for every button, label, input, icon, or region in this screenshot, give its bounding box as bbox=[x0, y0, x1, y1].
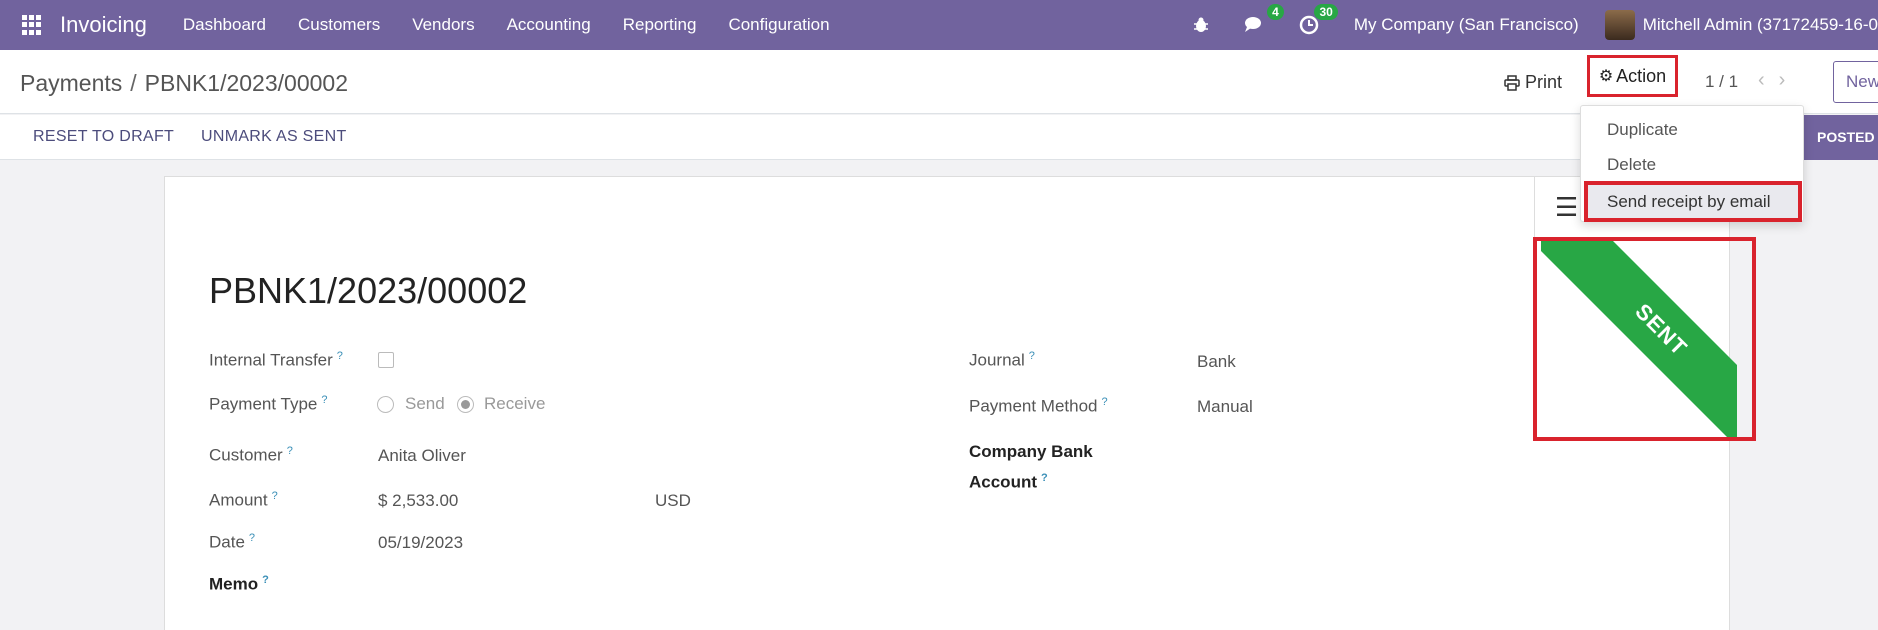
help-icon[interactable]: ? bbox=[249, 532, 255, 544]
pager-value[interactable]: 1 / 1 bbox=[1705, 72, 1738, 92]
send-label: Send bbox=[405, 394, 445, 413]
menu-dashboard[interactable]: Dashboard bbox=[183, 15, 266, 35]
help-icon[interactable]: ? bbox=[287, 445, 293, 457]
menu-reporting[interactable]: Reporting bbox=[623, 15, 697, 35]
action-label: Action bbox=[1616, 65, 1667, 86]
date-label: Date? bbox=[209, 532, 256, 552]
activities-count-badge: 30 bbox=[1314, 4, 1338, 20]
company-switcher[interactable]: My Company (San Francisco) bbox=[1354, 15, 1579, 35]
amount-value[interactable]: $ 2,533.00 bbox=[378, 491, 458, 511]
amount-label: Amount? bbox=[209, 490, 278, 510]
memo-label: Memo? bbox=[209, 574, 269, 594]
reset-to-draft-button[interactable]: RESET TO DRAFT bbox=[33, 128, 174, 146]
receive-label: Receive bbox=[484, 394, 546, 413]
internal-transfer-checkbox[interactable] bbox=[378, 352, 394, 368]
delete-menu-item[interactable]: Delete bbox=[1607, 155, 1656, 175]
customer-label: Customer? bbox=[209, 445, 293, 465]
journal-value[interactable]: Bank bbox=[1197, 352, 1236, 372]
pager-prev-icon[interactable]: ‹ bbox=[1758, 69, 1779, 91]
breadcrumb-separator: / bbox=[130, 70, 137, 96]
company-bank-account-label: Company Bank Account? bbox=[969, 442, 1093, 492]
payment-type-label: Payment Type? bbox=[209, 394, 328, 414]
breadcrumb-current: PBNK1/2023/00002 bbox=[144, 70, 348, 96]
activities-clock-icon[interactable]: 30 bbox=[1298, 4, 1338, 36]
menu-configuration[interactable]: Configuration bbox=[728, 15, 829, 35]
sent-ribbon-highlight: SENT bbox=[1533, 237, 1756, 441]
messages-chat-icon[interactable]: 4 bbox=[1244, 4, 1284, 36]
gear-icon: ⚙ bbox=[1598, 68, 1614, 85]
internal-transfer-label: Internal Transfer? bbox=[209, 350, 343, 370]
action-button[interactable]: ⚙ Action bbox=[1587, 55, 1678, 97]
top-navbar: Invoicing Dashboard Customers Vendors Ac… bbox=[0, 0, 1878, 50]
payment-type-send-radio[interactable] bbox=[377, 396, 394, 413]
print-button[interactable]: Print bbox=[1504, 72, 1562, 93]
journal-label: Journal? bbox=[969, 350, 1035, 370]
pager-next-icon[interactable]: › bbox=[1779, 69, 1800, 91]
payment-method-label: Payment Method? bbox=[969, 396, 1108, 416]
breadcrumb: Payments / PBNK1/2023/00002 bbox=[20, 70, 348, 97]
status-posted: POSTED bbox=[1803, 115, 1878, 160]
apps-menu-icon[interactable] bbox=[22, 15, 42, 35]
help-icon[interactable]: ? bbox=[272, 490, 278, 502]
help-icon[interactable]: ? bbox=[1102, 396, 1108, 408]
payment-method-value[interactable]: Manual bbox=[1197, 397, 1253, 417]
breadcrumb-payments-link[interactable]: Payments bbox=[20, 70, 122, 96]
user-menu[interactable]: Mitchell Admin (37172459-16-0 bbox=[1643, 15, 1878, 35]
printer-icon bbox=[1504, 74, 1520, 91]
customer-value[interactable]: Anita Oliver bbox=[378, 446, 466, 466]
currency-value[interactable]: USD bbox=[655, 491, 691, 511]
sent-ribbon: SENT bbox=[1541, 241, 1737, 437]
duplicate-menu-item[interactable]: Duplicate bbox=[1607, 120, 1678, 140]
pager-arrows: ‹› bbox=[1758, 69, 1799, 92]
user-avatar[interactable] bbox=[1604, 10, 1635, 40]
menu-customers[interactable]: Customers bbox=[298, 15, 380, 35]
unmark-as-sent-button[interactable]: UNMARK AS SENT bbox=[201, 128, 347, 146]
print-label: Print bbox=[1525, 72, 1563, 92]
send-receipt-by-email-menu-item[interactable]: Send receipt by email bbox=[1584, 181, 1802, 222]
help-icon[interactable]: ? bbox=[337, 350, 343, 362]
action-dropdown-menu: Duplicate Delete Send receipt by email bbox=[1580, 105, 1804, 222]
menu-vendors[interactable]: Vendors bbox=[412, 15, 474, 35]
help-icon[interactable]: ? bbox=[1029, 350, 1035, 362]
payment-title: PBNK1/2023/00002 bbox=[209, 270, 528, 311]
messages-count-badge: 4 bbox=[1267, 4, 1284, 20]
new-button[interactable]: New bbox=[1833, 61, 1878, 103]
help-icon[interactable]: ? bbox=[262, 574, 269, 586]
sheet-header bbox=[164, 176, 1730, 238]
date-value[interactable]: 05/19/2023 bbox=[378, 533, 463, 553]
debug-bug-icon[interactable] bbox=[1190, 14, 1212, 36]
payment-type-receive-radio[interactable] bbox=[457, 396, 474, 413]
app-name[interactable]: Invoicing bbox=[60, 12, 147, 38]
menu-accounting[interactable]: Accounting bbox=[507, 15, 591, 35]
help-icon[interactable]: ? bbox=[1041, 472, 1048, 484]
help-icon[interactable]: ? bbox=[321, 394, 327, 406]
